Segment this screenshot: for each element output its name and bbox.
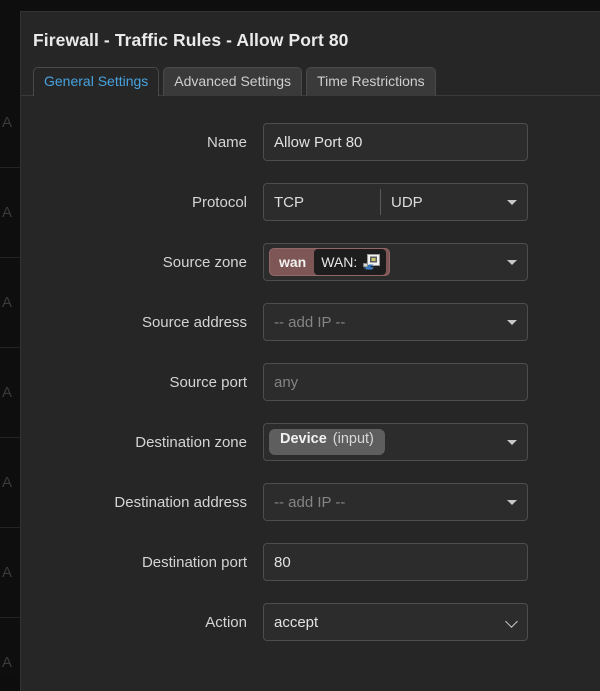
field-label-source-zone: Source zone bbox=[21, 254, 263, 271]
field-control-source-port: any bbox=[263, 363, 528, 401]
name-input[interactable]: Allow Port 80 bbox=[263, 123, 528, 161]
tab-advanced-settings[interactable]: Advanced Settings bbox=[163, 67, 302, 96]
field-source-port: Source port any bbox=[21, 352, 600, 412]
field-destination-port: Destination port 80 bbox=[21, 532, 600, 592]
table-row-text: A bbox=[2, 654, 12, 671]
field-label-action: Action bbox=[21, 614, 263, 631]
zone-badge-value-text: WAN: bbox=[321, 254, 357, 270]
field-control-source-zone: wan WAN: bbox=[263, 243, 528, 281]
zone-badge-device-name: Device bbox=[280, 431, 327, 447]
protocol-segment-udp[interactable]: UDP bbox=[391, 194, 497, 211]
field-control-destination-zone: Device (input) bbox=[263, 423, 528, 461]
table-row-text: A bbox=[2, 294, 12, 311]
zone-badge-key: wan bbox=[270, 254, 314, 270]
zone-badge-device[interactable]: Device (input) bbox=[269, 429, 385, 455]
field-label-destination-address: Destination address bbox=[21, 494, 263, 511]
zone-badge-wan[interactable]: wan WAN: bbox=[269, 248, 390, 276]
source-address-dropdown[interactable]: -- add IP -- bbox=[263, 303, 528, 341]
destination-address-dropdown[interactable]: -- add IP -- bbox=[263, 483, 528, 521]
field-source-address: Source address -- add IP -- bbox=[21, 292, 600, 352]
tab-general-settings[interactable]: General Settings bbox=[33, 67, 159, 96]
destination-port-input[interactable]: 80 bbox=[263, 543, 528, 581]
firewall-rule-dialog: Firewall - Traffic Rules - Allow Port 80… bbox=[20, 11, 600, 691]
field-control-action: accept bbox=[263, 603, 528, 641]
field-label-source-address: Source address bbox=[21, 314, 263, 331]
field-label-protocol: Protocol bbox=[21, 194, 263, 211]
source-zone-dropdown[interactable]: wan WAN: bbox=[263, 243, 528, 281]
destination-zone-dropdown[interactable]: Device (input) bbox=[263, 423, 528, 461]
field-control-destination-port: 80 bbox=[263, 543, 528, 581]
field-protocol: Protocol TCP UDP bbox=[21, 172, 600, 232]
field-label-destination-port: Destination port bbox=[21, 554, 263, 571]
zone-badge-value: WAN: bbox=[314, 249, 386, 275]
field-destination-zone: Destination zone Device (input) bbox=[21, 412, 600, 472]
field-label-name: Name bbox=[21, 134, 263, 151]
network-interface-icon bbox=[363, 254, 380, 271]
table-row-text: A bbox=[2, 204, 12, 221]
general-settings-form: Name Allow Port 80 Protocol TCP UDP Sour… bbox=[21, 96, 600, 652]
zone-badge-device-sub: (input) bbox=[333, 431, 374, 447]
action-select[interactable]: accept bbox=[263, 603, 528, 641]
source-port-input[interactable]: any bbox=[263, 363, 528, 401]
protocol-divider bbox=[380, 189, 381, 215]
field-name: Name Allow Port 80 bbox=[21, 112, 600, 172]
table-row-text: A bbox=[2, 384, 12, 401]
table-row-text: A bbox=[2, 114, 12, 131]
field-destination-address: Destination address -- add IP -- bbox=[21, 472, 600, 532]
field-label-destination-zone: Destination zone bbox=[21, 434, 263, 451]
table-row-text: A bbox=[2, 564, 12, 581]
field-label-source-port: Source port bbox=[21, 374, 263, 391]
field-control-source-address: -- add IP -- bbox=[263, 303, 528, 341]
table-row-text: A bbox=[2, 474, 12, 491]
protocol-dropdown[interactable]: TCP UDP bbox=[263, 183, 528, 221]
field-control-name: Allow Port 80 bbox=[263, 123, 528, 161]
tab-bar: General Settings Advanced Settings Time … bbox=[21, 66, 600, 96]
field-control-protocol: TCP UDP bbox=[263, 183, 528, 221]
protocol-segment-tcp[interactable]: TCP bbox=[274, 194, 380, 211]
field-action: Action accept bbox=[21, 592, 600, 652]
field-control-destination-address: -- add IP -- bbox=[263, 483, 528, 521]
tab-time-restrictions[interactable]: Time Restrictions bbox=[306, 67, 436, 96]
dialog-title: Firewall - Traffic Rules - Allow Port 80 bbox=[21, 12, 600, 51]
field-source-zone: Source zone wan WAN: bbox=[21, 232, 600, 292]
